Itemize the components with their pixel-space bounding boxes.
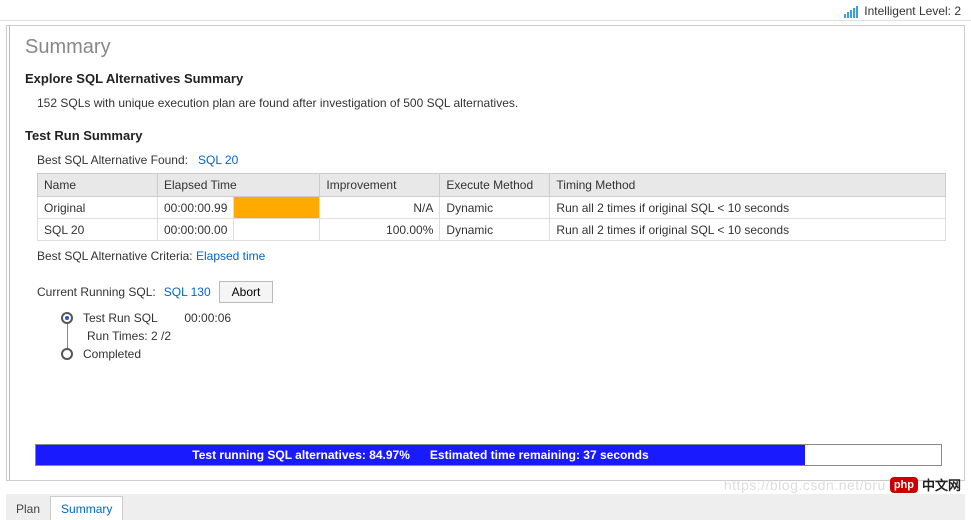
- cell-timing-method: Run all 2 times if original SQL < 10 sec…: [550, 219, 946, 241]
- best-found-link[interactable]: SQL 20: [198, 153, 238, 167]
- th-improvement[interactable]: Improvement: [320, 174, 440, 197]
- cell-name: SQL 20: [38, 219, 158, 241]
- cell-elapsed-bar: [234, 219, 320, 241]
- cell-timing-method: Run all 2 times if original SQL < 10 sec…: [550, 197, 946, 219]
- testrun-heading: Test Run Summary: [25, 128, 946, 143]
- run-times-label: Run Times: 2 /2: [87, 327, 946, 345]
- best-found-label: Best SQL Alternative Found:: [37, 153, 188, 167]
- current-running-row: Current Running SQL: SQL 130 Abort: [37, 281, 946, 303]
- step-dot-icon: [61, 312, 73, 324]
- completed-label: Completed: [83, 347, 141, 361]
- criteria-link[interactable]: Elapsed time: [196, 249, 265, 263]
- cell-elapsed-text: 00:00:00.00: [158, 219, 234, 241]
- test-run-sql-label: Test Run SQL: [83, 311, 158, 325]
- explore-heading: Explore SQL Alternatives Summary: [25, 71, 946, 86]
- explore-body: 152 SQLs with unique execution plan are …: [37, 96, 946, 110]
- criteria-label: Best SQL Alternative Criteria:: [37, 249, 193, 263]
- current-running-label: Current Running SQL:: [37, 285, 156, 299]
- criteria-row: Best SQL Alternative Criteria: Elapsed t…: [37, 249, 946, 263]
- abort-button[interactable]: Abort: [219, 281, 274, 303]
- watermark: https://blog.csdn.net/bru php 中文网: [724, 475, 961, 494]
- step-dot-icon: [61, 348, 73, 360]
- th-name[interactable]: Name: [38, 174, 158, 197]
- cell-execute-method: Dynamic: [440, 197, 550, 219]
- progress-fill: Test running SQL alternatives: 84.97% Es…: [36, 445, 805, 465]
- overall-progress-bar: Test running SQL alternatives: 84.97% Es…: [35, 444, 942, 466]
- th-elapsed[interactable]: Elapsed Time: [158, 174, 320, 197]
- current-running-link[interactable]: SQL 130: [164, 285, 211, 299]
- cell-elapsed-text: 00:00:00.99: [158, 197, 234, 219]
- page-title: Summary: [25, 36, 946, 59]
- progress-timeline: Test Run SQL 00:00:06 Run Times: 2 /2 Co…: [61, 309, 946, 363]
- table-row[interactable]: SQL 2000:00:00.00 100.00%DynamicRun all 2…: [38, 219, 946, 241]
- table-row[interactable]: Original00:00:00.99 N/ADynamicRun all 2 t…: [38, 197, 946, 219]
- signal-icon: [844, 6, 858, 18]
- cell-improvement: N/A: [320, 197, 440, 219]
- tab-plan[interactable]: Plan: [6, 497, 50, 520]
- progress-text-left: Test running SQL alternatives: 84.97%: [192, 448, 410, 462]
- panel-left-rule: [9, 26, 10, 480]
- timeline-step-running: Test Run SQL 00:00:06: [61, 309, 946, 327]
- best-found-row: Best SQL Alternative Found: SQL 20: [37, 153, 946, 167]
- tab-summary[interactable]: Summary: [50, 496, 123, 520]
- table-header-row: Name Elapsed Time Improvement Execute Me…: [38, 174, 946, 197]
- bottom-tabstrip: Plan Summary: [6, 494, 965, 520]
- timeline-step-completed: Completed: [61, 345, 946, 363]
- cell-elapsed-bar: [234, 197, 320, 219]
- watermark-badge: php: [890, 477, 918, 493]
- cell-improvement: 100.00%: [320, 219, 440, 241]
- cell-name: Original: [38, 197, 158, 219]
- watermark-url: https://blog.csdn.net/bru: [724, 477, 886, 493]
- cell-execute-method: Dynamic: [440, 219, 550, 241]
- th-execute-method[interactable]: Execute Method: [440, 174, 550, 197]
- intelligent-level-label: Intelligent Level: 2: [864, 4, 961, 18]
- th-timing-method[interactable]: Timing Method: [550, 174, 946, 197]
- summary-panel: Summary Explore SQL Alternatives Summary…: [6, 25, 965, 481]
- test-run-sql-time: 00:00:06: [184, 311, 231, 325]
- watermark-cn: 中文网: [922, 475, 961, 494]
- comparison-table: Name Elapsed Time Improvement Execute Me…: [37, 173, 946, 241]
- top-status-bar: Intelligent Level: 2: [0, 0, 971, 21]
- progress-text-right: Estimated time remaining: 37 seconds: [430, 448, 649, 462]
